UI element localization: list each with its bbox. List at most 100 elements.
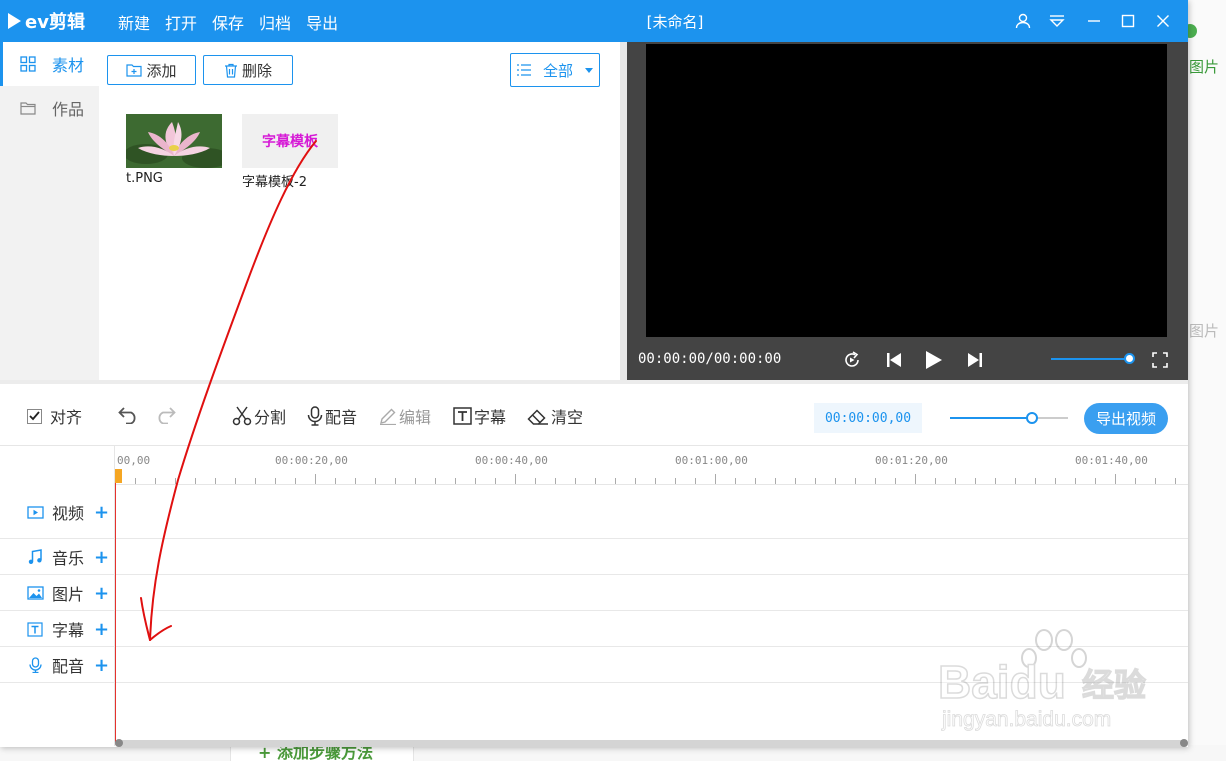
track-header-subtitle: 字幕 + [26, 617, 109, 641]
folder-plus-icon [126, 64, 143, 77]
track-header-music: 音乐 + [26, 545, 109, 569]
sidebar-item-materials[interactable]: 素材 [0, 42, 99, 86]
clear-button[interactable]: 清空 [527, 404, 583, 428]
dub-label: 配音 [325, 408, 358, 427]
zoom-slider-knob[interactable] [1026, 412, 1038, 424]
trash-icon [224, 63, 237, 78]
dub-button[interactable]: 配音 [307, 404, 357, 428]
app-window: ev剪辑 新建 打开 保存 归档 导出 [未命名] 素材 作品 添加 删除 全部… [0, 0, 1188, 747]
track-row-video[interactable] [0, 485, 1188, 539]
scrollbar-left-cap[interactable] [115, 739, 123, 747]
folder-icon [20, 102, 36, 115]
track-header-dub: 配音 + [26, 653, 109, 677]
panel-splitter[interactable] [620, 42, 627, 382]
undo-icon[interactable] [118, 406, 140, 424]
text-box-icon [453, 407, 472, 425]
material-panel: 添加 删除 全部 t.PNG 字幕模板 字幕模板-2 [99, 42, 620, 382]
fullscreen-icon[interactable] [1148, 348, 1172, 372]
chevron-down-icon [585, 67, 593, 73]
close-icon[interactable] [1152, 10, 1174, 32]
user-icon[interactable] [1012, 10, 1034, 32]
align-checkbox[interactable] [27, 408, 42, 424]
add-music-track-button[interactable]: + [94, 547, 109, 568]
track-header-video: 视频 + [26, 500, 109, 524]
background-bottom-bar [0, 745, 1226, 761]
preview-time: 00:00:00/00:00:00 [638, 351, 782, 367]
current-time-display: 00:00:00,00 [814, 403, 922, 433]
dropdown-menu-icon[interactable] [1046, 10, 1068, 32]
skip-forward-icon[interactable] [963, 348, 987, 372]
timeline-scrollbar[interactable] [115, 740, 1188, 747]
add-video-track-button[interactable]: + [94, 502, 109, 523]
eraser-icon [527, 409, 548, 425]
track-header-image: 图片 + [26, 581, 109, 605]
align-toggle[interactable]: 对齐 [27, 404, 82, 428]
material-caption: 字幕模板-2 [242, 175, 307, 190]
filter-dropdown[interactable]: 全部 [510, 53, 600, 87]
music-icon [26, 549, 44, 565]
add-button[interactable]: 添加 [107, 55, 196, 85]
track-label: 配音 [52, 657, 85, 676]
ruler-label: 00:00:20,00 [275, 454, 348, 467]
material-caption: t.PNG [126, 171, 163, 186]
minimize-icon[interactable] [1083, 10, 1105, 32]
play-icon[interactable] [922, 348, 946, 372]
list-icon [517, 64, 531, 76]
edit-toolbar: 对齐 分割 配音 编辑 字幕 清空 00:00:00,00 导出视频 [0, 384, 1188, 446]
material-thumb-subtitle-template[interactable]: 字幕模板 [242, 114, 338, 168]
delete-button-label: 删除 [241, 61, 272, 80]
delete-button[interactable]: 删除 [203, 55, 293, 85]
edit-label: 编辑 [399, 408, 432, 427]
background-label-image-muted: 图片 [1189, 322, 1220, 340]
ruler-label: 00:01:40,00 [1075, 454, 1148, 467]
track-label: 音乐 [52, 549, 85, 568]
scrollbar-right-cap[interactable] [1180, 739, 1188, 747]
add-image-track-button[interactable]: + [94, 583, 109, 604]
ruler-label: 00,00 [117, 454, 151, 467]
sidebar-item-label: 作品 [52, 100, 85, 119]
image-icon [26, 585, 44, 601]
track-row-music[interactable] [0, 539, 1188, 575]
track-label: 图片 [52, 585, 85, 604]
sidebar-item-works[interactable]: 作品 [0, 86, 99, 130]
sidebar-item-label: 素材 [52, 56, 85, 75]
ruler-label: 00:00:40,00 [475, 454, 548, 467]
title-bar: ev剪辑 新建 打开 保存 归档 导出 [未命名] [0, 0, 1188, 42]
playhead-handle[interactable] [115, 469, 122, 483]
skip-back-icon[interactable] [882, 348, 906, 372]
track-label: 字幕 [52, 621, 85, 640]
subtitle-button[interactable]: 字幕 [453, 404, 506, 428]
video-icon [26, 504, 44, 520]
maximize-icon[interactable] [1117, 10, 1139, 32]
loop-icon[interactable] [840, 348, 864, 372]
add-dub-track-button[interactable]: + [94, 655, 109, 676]
material-thumb-lotus[interactable] [126, 114, 222, 168]
text-icon [26, 621, 44, 637]
edit-button[interactable]: 编辑 [379, 404, 431, 428]
background-page [1188, 0, 1226, 761]
volume-slider-knob[interactable] [1124, 353, 1135, 364]
ruler-label: 00:01:20,00 [875, 454, 948, 467]
volume-slider[interactable] [1051, 358, 1129, 360]
clear-label: 清空 [551, 408, 584, 427]
window-title: [未命名] [646, 13, 704, 31]
ruler-ticks [115, 474, 1176, 484]
subtitle-thumb-text: 字幕模板 [262, 134, 318, 150]
lotus-image-icon [126, 114, 222, 168]
background-label-image: 图片 [1189, 58, 1220, 76]
export-video-button[interactable]: 导出视频 [1084, 403, 1168, 434]
split-label: 分割 [254, 408, 287, 427]
add-subtitle-track-button[interactable]: + [94, 619, 109, 640]
playhead-line[interactable] [115, 483, 116, 745]
track-row-dub[interactable] [0, 647, 1188, 683]
track-row-subtitle[interactable] [0, 611, 1188, 647]
track-row-image[interactable] [0, 575, 1188, 611]
redo-icon[interactable] [154, 406, 176, 424]
timeline-ruler[interactable]: 00,00 00:00:20,00 00:00:40,00 00:01:00,0… [115, 446, 1188, 485]
preview-screen [646, 44, 1167, 337]
pencil-icon [380, 408, 396, 425]
split-button[interactable]: 分割 [232, 404, 286, 428]
filter-label: 全部 [543, 61, 574, 80]
microphone-icon [26, 657, 44, 673]
track-label: 视频 [52, 504, 85, 523]
